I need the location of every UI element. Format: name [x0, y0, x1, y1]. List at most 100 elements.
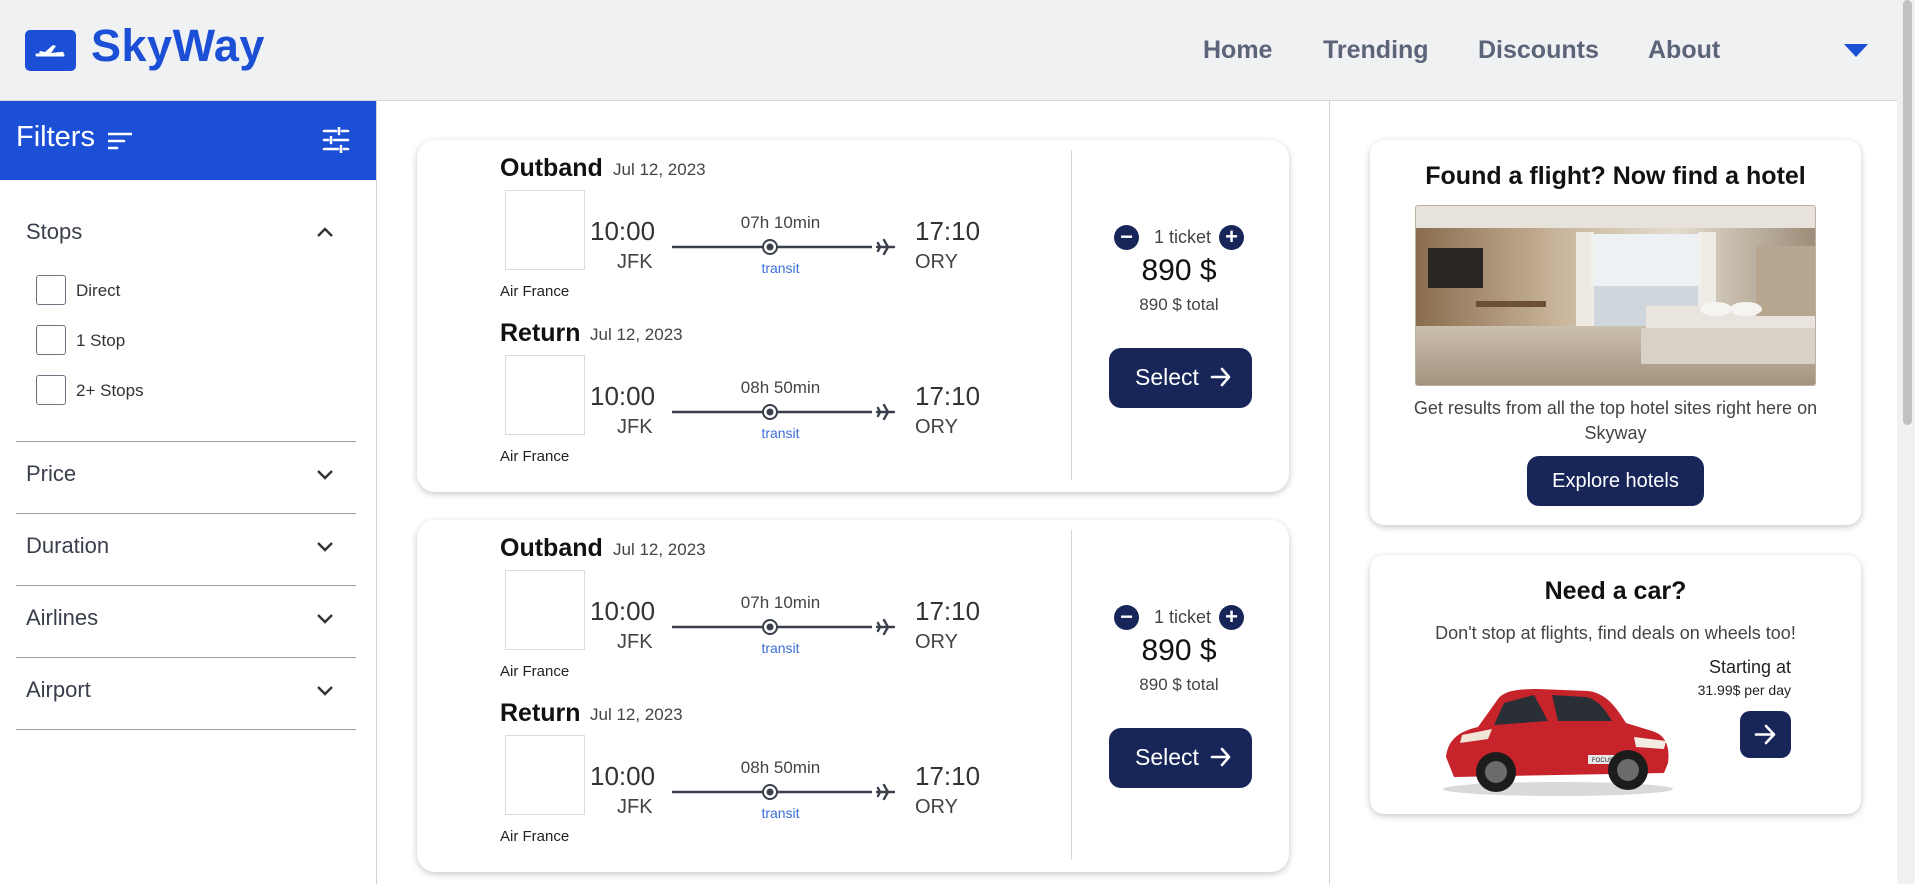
- section-divider: [16, 729, 356, 730]
- plane-ticket-icon[interactable]: [25, 30, 76, 71]
- checkbox-label-2-plus-stops: 2+ Stops: [76, 381, 144, 400]
- checkbox-1-stop[interactable]: [36, 325, 66, 355]
- chevron-down-icon[interactable]: [316, 469, 334, 481]
- leg-title: Outband: [500, 534, 603, 562]
- price: 890 $: [1141, 634, 1217, 667]
- flight-duration: 08h 50min: [740, 758, 821, 777]
- checkbox-direct[interactable]: [36, 275, 66, 305]
- minus-icon[interactable]: −: [1114, 225, 1139, 250]
- nav-discounts[interactable]: Discounts: [1478, 36, 1599, 65]
- airline-name: Air France: [500, 283, 570, 300]
- car-price: 31.99$ per day: [1697, 682, 1791, 698]
- chevron-down-icon[interactable]: [316, 541, 334, 553]
- arrive-code: ORY: [915, 416, 958, 438]
- minus-icon[interactable]: −: [1114, 605, 1139, 630]
- car-image: FOCUS: [1443, 689, 1673, 796]
- nav-trending[interactable]: Trending: [1323, 36, 1429, 65]
- route-line-icon: [672, 403, 896, 421]
- stops-section-title[interactable]: Stops: [26, 219, 82, 245]
- depart-time: 10:00: [590, 216, 656, 246]
- checkbox-label-direct: Direct: [76, 281, 121, 300]
- plus-icon[interactable]: +: [1219, 605, 1244, 630]
- filters-header: Filters: [0, 101, 376, 180]
- flight-card: Outband Jul 12, 2023 Air France 10:00 JF…: [417, 140, 1289, 492]
- flight-duration: 07h 10min: [740, 213, 821, 232]
- car-promo-title: Need a car?: [1544, 577, 1687, 605]
- card-divider: [1071, 530, 1072, 860]
- page-scrollbar-thumb[interactable]: [1903, 0, 1912, 425]
- section-divider: [16, 585, 356, 586]
- ticket-count: 1 ticket: [1154, 227, 1212, 247]
- leg-date: Jul 12, 2023: [590, 325, 683, 344]
- flight-duration: 08h 50min: [740, 378, 821, 397]
- airlines-section-title[interactable]: Airlines: [26, 605, 98, 631]
- plus-icon[interactable]: +: [1219, 225, 1244, 250]
- chevron-down-icon[interactable]: [316, 685, 334, 697]
- stop-label: transit: [761, 260, 800, 276]
- sort-icon: [108, 132, 132, 150]
- hotel-room-image: [1415, 205, 1816, 386]
- arrow-right-icon: [1210, 367, 1231, 387]
- price-total: 890 $ total: [1139, 295, 1219, 314]
- airline-name: Air France: [500, 448, 570, 465]
- depart-time: 10:00: [590, 381, 656, 411]
- stop-label: transit: [761, 425, 800, 441]
- arrive-code: ORY: [915, 631, 958, 653]
- duration-section-title[interactable]: Duration: [26, 533, 109, 559]
- depart-code: JFK: [617, 796, 653, 818]
- triangle-down-icon[interactable]: [1843, 43, 1869, 59]
- nav-about[interactable]: About: [1648, 36, 1720, 65]
- airline-logo: [505, 190, 585, 270]
- select-button[interactable]: Select: [1109, 728, 1252, 788]
- filters-sidebar: Filters Stops Direct 1 Stop 2+ Stops Pri…: [0, 101, 377, 884]
- arrive-time: 17:10: [915, 761, 981, 791]
- brand-name[interactable]: SkyWay: [91, 20, 265, 72]
- price-total: 890 $ total: [1139, 675, 1219, 694]
- arrow-right-icon: [1210, 747, 1231, 767]
- depart-time: 10:00: [590, 761, 656, 791]
- explore-hotels-button[interactable]: Explore hotels: [1527, 456, 1704, 506]
- airport-section-title[interactable]: Airport: [26, 677, 91, 703]
- car-deals-button[interactable]: [1740, 711, 1791, 758]
- column-divider: [1329, 101, 1330, 884]
- leg-date: Jul 12, 2023: [590, 705, 683, 724]
- tune-icon[interactable]: [322, 127, 350, 153]
- card-divider: [1071, 150, 1072, 480]
- arrow-right-icon: [1754, 724, 1776, 745]
- hotel-promo-card: Found a flight? Now find a hotel Get res…: [1370, 140, 1861, 525]
- ticket-counter: − 1 ticket +: [1114, 224, 1244, 252]
- car-promo-description: Don't stop at flights, find deals on whe…: [1435, 623, 1796, 643]
- nav-home[interactable]: Home: [1203, 36, 1272, 65]
- depart-code: JFK: [617, 631, 653, 653]
- airline-logo: [505, 355, 585, 435]
- flight-card: Outband Jul 12, 2023 Air France 10:00 JF…: [417, 520, 1289, 872]
- section-divider: [16, 657, 356, 658]
- filters-title: Filters: [16, 121, 95, 153]
- airline-logo: [505, 570, 585, 650]
- hotel-promo-description: Get results from all the top hotel sites…: [1413, 398, 1818, 443]
- leg-title: Return: [500, 699, 581, 727]
- arrive-code: ORY: [915, 796, 958, 818]
- route-line-icon: [672, 783, 896, 801]
- select-button[interactable]: Select: [1109, 348, 1252, 408]
- airline-logo: [505, 735, 585, 815]
- hotel-promo-title: Found a flight? Now find a hotel: [1425, 162, 1806, 190]
- section-divider: [16, 513, 356, 514]
- leg-title: Return: [500, 319, 581, 347]
- select-button-label: Select: [1135, 364, 1199, 390]
- leg-title: Outband: [500, 154, 603, 182]
- chevron-up-icon[interactable]: [316, 226, 334, 238]
- route-line-icon: [672, 618, 896, 636]
- price-section-title[interactable]: Price: [26, 461, 76, 487]
- chevron-down-icon[interactable]: [316, 613, 334, 625]
- price: 890 $: [1141, 254, 1217, 287]
- arrive-code: ORY: [915, 251, 958, 273]
- stop-label: transit: [761, 805, 800, 821]
- airline-name: Air France: [500, 663, 570, 680]
- arrive-time: 17:10: [915, 216, 981, 246]
- leg-date: Jul 12, 2023: [613, 540, 706, 559]
- ticket-count: 1 ticket: [1154, 607, 1212, 627]
- checkbox-2-plus-stops[interactable]: [36, 375, 66, 405]
- depart-code: JFK: [617, 251, 653, 273]
- leg-date: Jul 12, 2023: [613, 160, 706, 179]
